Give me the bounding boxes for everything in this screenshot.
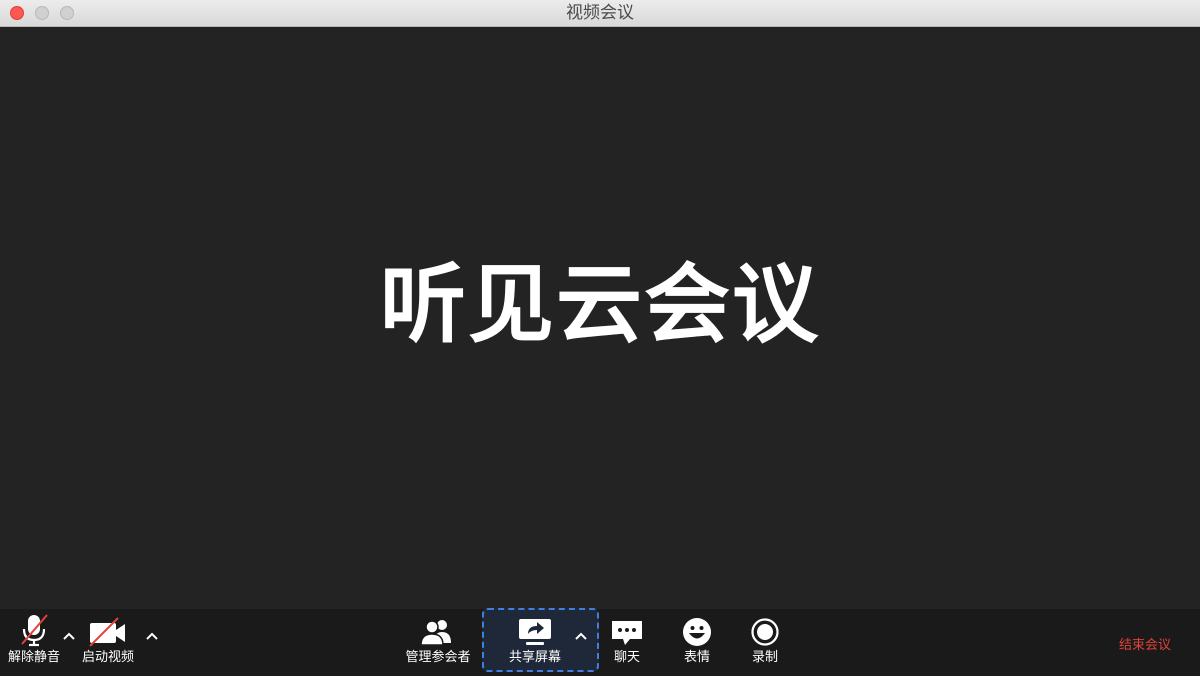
chat-button[interactable]: 聊天 [605, 609, 649, 676]
record-icon [750, 609, 780, 647]
end-meeting-button[interactable]: 结束会议 [1110, 636, 1180, 656]
chat-label: 聊天 [613, 650, 640, 665]
reactions-label: 表情 [683, 650, 710, 665]
meeting-toolbar-overlay: 共享屏幕 聊天 表情 录制 [0, 609, 1200, 676]
share-screen-button[interactable]: 共享屏幕 [500, 609, 570, 676]
share-options-chevron-up-icon[interactable] [574, 629, 588, 643]
video-stage: 听见云会议 [0, 27, 1200, 609]
brand-logo-text: 听见云会议 [380, 255, 820, 355]
record-label: 录制 [751, 650, 778, 665]
share-screen-icon [518, 609, 552, 647]
smiley-icon [682, 609, 712, 647]
record-button[interactable]: 录制 [743, 609, 787, 676]
window-title: 视频会议 [566, 3, 634, 23]
title-bar: 视频会议 [0, 0, 1200, 27]
chat-bubble-icon [610, 609, 644, 647]
reactions-button[interactable]: 表情 [675, 609, 719, 676]
meeting-window: 视频会议 听见云会议 解除静音 启动视频 管理参会者 共享屏幕 聊天 表情 录制… [0, 0, 1200, 676]
share-screen-label: 共享屏幕 [508, 650, 561, 665]
